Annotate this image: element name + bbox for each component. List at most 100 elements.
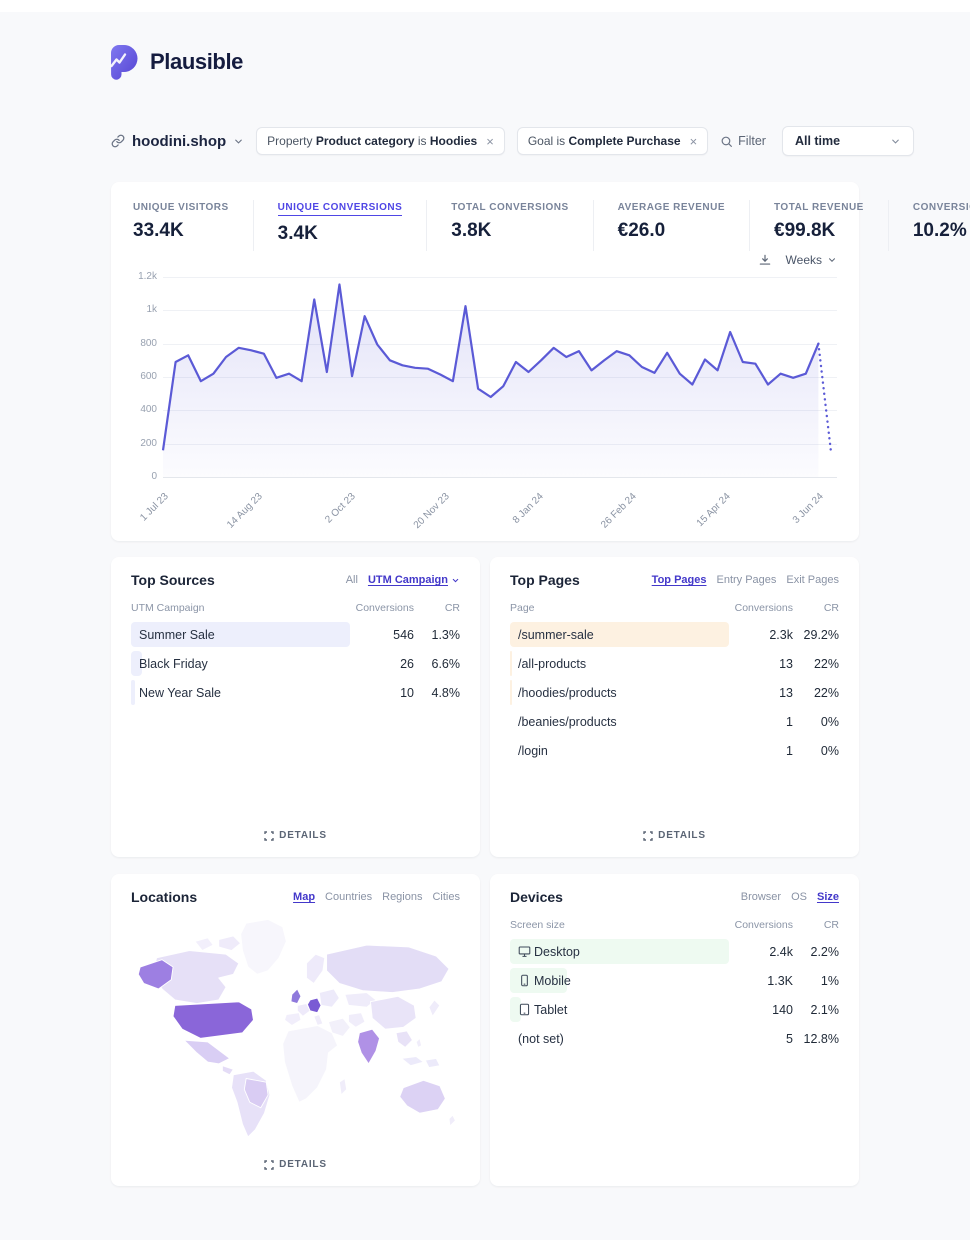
column-header: Page <box>510 602 729 614</box>
stat-label: UNIQUE CONVERSIONS <box>278 202 403 216</box>
tab-countries[interactable]: Countries <box>325 891 372 903</box>
devices-panel: Devices Browser OS Size Screen size Conver… <box>490 874 859 1186</box>
row-label-zone: (not set) <box>510 1026 729 1051</box>
row-cr: 0% <box>793 715 839 729</box>
row-label: (not set) <box>510 1026 729 1051</box>
stat-unique-visitors[interactable]: UNIQUE VISITORS33.4K <box>131 200 253 251</box>
chevron-down-icon <box>451 576 460 585</box>
stat-label: TOTAL CONVERSIONS <box>451 202 568 213</box>
period-dropdown[interactable]: All time <box>782 126 914 156</box>
tab-map[interactable]: Map <box>293 891 315 903</box>
world-map[interactable] <box>131 911 460 1147</box>
row-cr: 0% <box>793 744 839 758</box>
site-selector[interactable]: hoodini.shop <box>111 133 244 150</box>
devices-table: Desktop2.4k2.2% Mobile1.3K1% Tablet1402.1%… <box>510 935 839 1051</box>
table-header: Screen size Conversions CR <box>510 919 839 931</box>
row-label: Summer Sale <box>131 622 350 647</box>
interval-label: Weeks <box>786 253 822 267</box>
table-row[interactable]: Tablet1402.1% <box>510 997 839 1022</box>
x-axis-label: 3 Jun 24 <box>791 491 826 526</box>
tab-cities[interactable]: Cities <box>432 891 460 903</box>
expand-icon <box>264 831 274 841</box>
close-icon[interactable]: × <box>690 135 698 148</box>
tab-regions[interactable]: Regions <box>382 891 422 903</box>
interval-dropdown[interactable]: Weeks <box>786 253 837 267</box>
pill-text: Product category <box>316 134 415 148</box>
row-label-zone: Desktop <box>510 939 729 964</box>
row-label-zone: /beanies/products <box>510 709 729 734</box>
table-row[interactable]: /login10% <box>510 738 839 763</box>
tab-browser[interactable]: Browser <box>741 891 781 903</box>
row-conversions: 2.3k <box>729 628 793 642</box>
column-header: Conversions <box>729 602 793 614</box>
details-button[interactable]: DETAILS <box>131 818 460 847</box>
row-conversions: 1 <box>729 744 793 758</box>
x-axis-label: 15 Apr 24 <box>694 491 732 529</box>
tab-exit-pages[interactable]: Exit Pages <box>786 574 839 586</box>
row-label: /all-products <box>510 651 729 676</box>
table-row[interactable]: Summer Sale5461.3% <box>131 622 460 647</box>
filter-button[interactable]: Filter <box>720 134 766 148</box>
pill-text: is <box>415 134 430 148</box>
stat-average-revenue[interactable]: AVERAGE REVENUE€26.0 <box>593 200 749 251</box>
table-row[interactable]: Mobile1.3K1% <box>510 968 839 993</box>
table-row[interactable]: Desktop2.4k2.2% <box>510 939 839 964</box>
tab-entry-pages[interactable]: Entry Pages <box>716 574 776 586</box>
table-header: UTM Campaign Conversions CR <box>131 602 460 614</box>
table-row[interactable]: /hoodies/products1322% <box>510 680 839 705</box>
row-cr: 29.2% <box>793 628 839 642</box>
row-conversions: 140 <box>729 1003 793 1017</box>
row-label: /hoodies/products <box>510 680 729 705</box>
panel-title: Devices <box>510 889 563 905</box>
tab-top-pages[interactable]: Top Pages <box>652 574 707 586</box>
mobile-icon <box>518 974 531 987</box>
row-label-zone: Black Friday <box>131 651 350 676</box>
table-row[interactable]: (not set)512.8% <box>510 1026 839 1051</box>
stat-label: UNIQUE VISITORS <box>133 202 229 213</box>
table-row[interactable]: /summer-sale2.3k29.2% <box>510 622 839 647</box>
row-cr: 12.8% <box>793 1032 839 1046</box>
table-row[interactable]: Black Friday266.6% <box>131 651 460 676</box>
filter-pill[interactable]: Goal is Complete Purchase× <box>517 127 708 155</box>
row-conversions: 26 <box>350 657 414 671</box>
tab-utm-campaign[interactable]: UTM Campaign <box>368 574 460 586</box>
pill-text: Goal is <box>528 134 569 148</box>
plausible-logo: Plausible <box>107 44 859 80</box>
table-row[interactable]: /all-products1322% <box>510 651 839 676</box>
x-axis-label: 20 Nov 23 <box>412 491 452 531</box>
chevron-down-icon <box>890 136 901 147</box>
column-header: UTM Campaign <box>131 602 350 614</box>
top-sources-tabs: All UTM Campaign <box>336 574 460 586</box>
row-cr: 4.8% <box>414 686 460 700</box>
stat-label: TOTAL REVENUE <box>774 202 864 213</box>
tab-all[interactable]: All <box>346 574 358 586</box>
filter-pills: Property Product category is Hoodies× Goa… <box>256 127 708 155</box>
stat-unique-conversions[interactable]: UNIQUE CONVERSIONS3.4K <box>253 200 427 251</box>
download-icon[interactable] <box>758 253 772 267</box>
top-pages-panel: Top Pages Top PagesEntry PagesExit Pages… <box>490 557 859 857</box>
table-row[interactable]: New Year Sale104.8% <box>131 680 460 705</box>
details-button[interactable]: DETAILS <box>510 818 839 847</box>
stat-conversion-rate[interactable]: CONVERSION RATE10.2% <box>888 200 970 251</box>
plausible-logo-icon <box>107 44 141 80</box>
locations-tabs: Map Countries Regions Cities <box>283 891 460 903</box>
table-row[interactable]: /beanies/products10% <box>510 709 839 734</box>
tab-os[interactable]: OS <box>791 891 807 903</box>
column-header: CR <box>793 602 839 614</box>
row-cr: 2.1% <box>793 1003 839 1017</box>
x-axis-label: 1 Jul 23 <box>138 491 171 524</box>
chevron-down-icon <box>827 255 837 265</box>
row-cr: 22% <box>793 657 839 671</box>
filter-pill[interactable]: Property Product category is Hoodies× <box>256 127 505 155</box>
stat-total-revenue[interactable]: TOTAL REVENUE€99.8K <box>749 200 888 251</box>
details-button[interactable]: DETAILS <box>131 1147 460 1176</box>
stat-total-conversions[interactable]: TOTAL CONVERSIONS3.8K <box>426 200 592 251</box>
close-icon[interactable]: × <box>486 135 494 148</box>
panel-title: Top Sources <box>131 572 215 588</box>
column-header: CR <box>414 602 460 614</box>
period-value: All time <box>795 134 840 148</box>
visitors-chart[interactable]: 02004006008001k1.2k <box>133 277 837 477</box>
expand-icon <box>264 1160 274 1170</box>
row-conversions: 1 <box>729 715 793 729</box>
tab-size[interactable]: Size <box>817 891 839 903</box>
